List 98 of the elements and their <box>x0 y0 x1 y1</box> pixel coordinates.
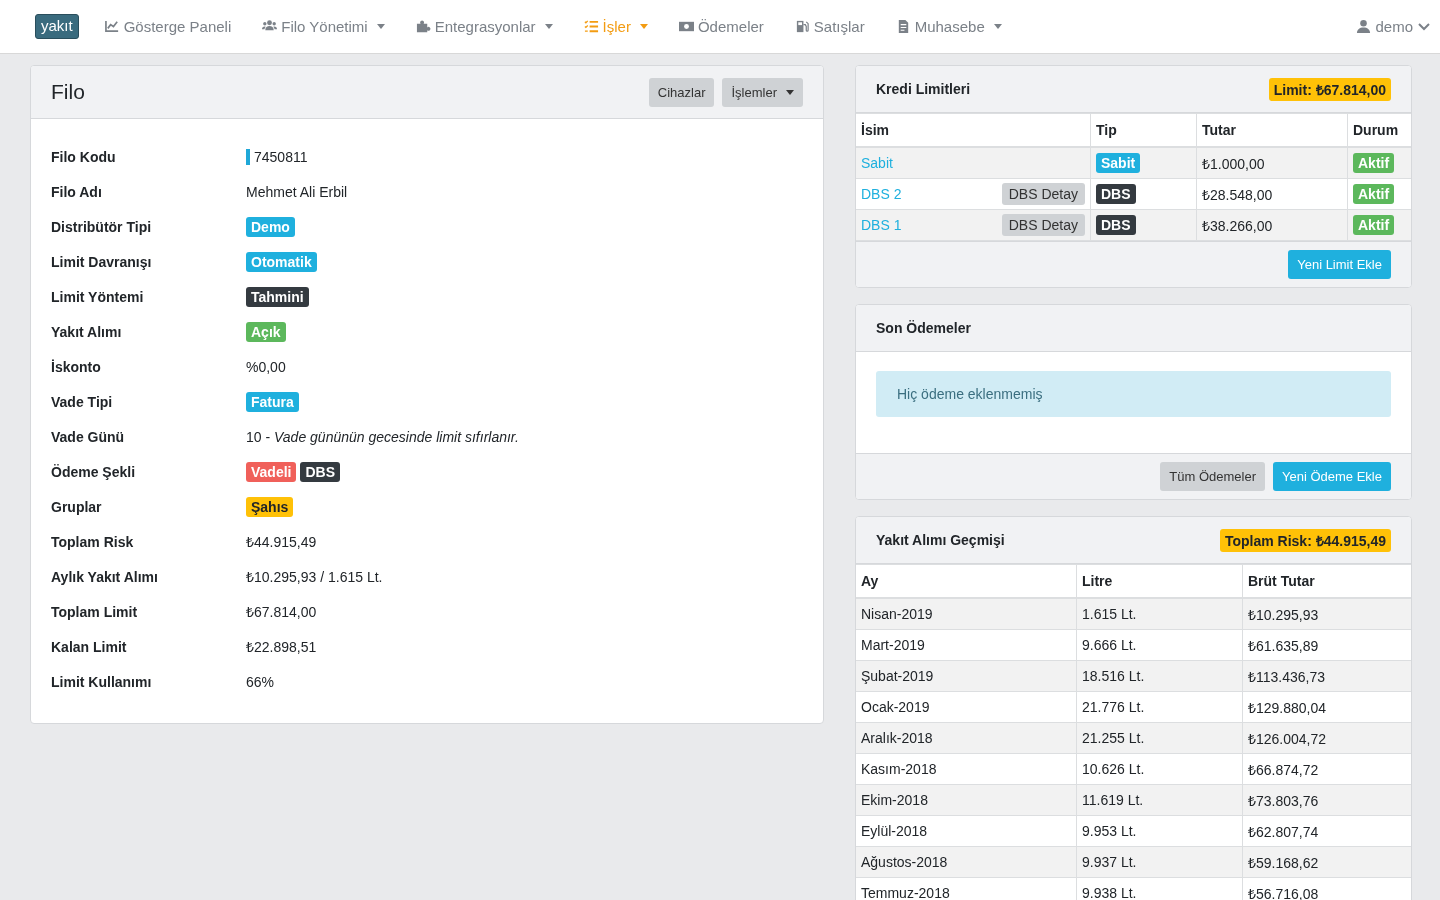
table-cell: 21.255 Lt. <box>1076 722 1243 754</box>
badge-label: Otomatik <box>246 251 317 272</box>
field-label: Yakıt Alımı <box>51 323 123 340</box>
detail-button[interactable]: DBS Detay <box>1001 214 1085 236</box>
badge-label: Tahmini <box>246 286 309 307</box>
table-cell: ₺38.266,00 <box>1196 209 1348 241</box>
puzzle-icon <box>415 19 431 34</box>
nav-link[interactable]: İşler <box>571 18 660 35</box>
badge-label: Vadeli <box>246 461 297 482</box>
badge-label: Aktif <box>1353 184 1395 204</box>
chart-icon <box>104 19 120 34</box>
field-label: Filo Kodu <box>51 148 117 165</box>
table-cell: 1.615 Lt. <box>1076 598 1243 630</box>
table-cell: 21.776 Lt. <box>1076 691 1243 723</box>
detail-button[interactable]: DBS Detay <box>1001 183 1085 205</box>
field-label: Aylık Yakıt Alımı <box>51 568 159 585</box>
list-icon <box>583 19 599 34</box>
badge-label: Aktif <box>1353 153 1395 173</box>
field-label: Limit Yöntemi <box>51 288 145 305</box>
table-cell: Mart-2019 <box>856 629 1077 661</box>
table-cell: ₺113.436,73 <box>1242 660 1411 692</box>
table-cell: Eylül-2018 <box>856 815 1077 847</box>
field-value: 7450811 <box>246 148 308 165</box>
badge-label: Toplam Risk: ₺44.915,49 <box>1219 528 1391 552</box>
nav-link[interactable]: Satışlar <box>782 18 877 35</box>
table-cell: Şubat-2019 <box>856 660 1077 692</box>
nav-link[interactable]: Filo Yönetimi <box>250 18 397 35</box>
card-title: Yakıt Alımı Geçmişi <box>876 532 1005 548</box>
nav-link[interactable]: Entegrasyonlar <box>403 18 565 35</box>
field-value: ₺10.295,93 / 1.615 Lt. <box>246 568 383 586</box>
row-link[interactable]: Sabit <box>861 155 893 171</box>
table-cell: ₺28.548,00 <box>1196 178 1348 210</box>
table-cell: 18.516 Lt. <box>1076 660 1243 692</box>
field-value: ₺67.814,00 <box>246 603 317 621</box>
field-label: Limit Kullanımı <box>51 673 153 690</box>
field-label: Kalan Limit <box>51 638 128 655</box>
table-cell: 11.619 Lt. <box>1076 784 1243 816</box>
badge-label: Aktif <box>1353 215 1395 235</box>
card-title: Son Ödemeler <box>876 320 971 336</box>
table-cell: 9.953 Lt. <box>1076 815 1243 847</box>
user-icon <box>1356 19 1372 34</box>
field-label: İskonto <box>51 358 102 375</box>
field-label: Limit Davranışı <box>51 253 153 270</box>
banknote-icon <box>678 19 694 34</box>
table-cell: Kasım-2018 <box>856 753 1077 785</box>
badge-label: DBS <box>1096 184 1136 204</box>
nav-link[interactable]: Gösterge Paneli <box>92 18 244 35</box>
row-link[interactable]: DBS 1 <box>861 217 902 233</box>
nav-link[interactable]: Ödemeler <box>666 18 776 35</box>
table-cell: ₺73.803,76 <box>1242 784 1411 816</box>
badge-label: Açık <box>246 321 286 342</box>
fuel-pump-icon <box>794 19 810 34</box>
field-label: Toplam Risk <box>51 533 135 550</box>
field-value: %0,00 <box>246 358 286 375</box>
field-label: Vade Günü <box>51 428 126 445</box>
field-value: Mehmet Ali Erbil <box>246 183 348 200</box>
table-cell: Ocak-2019 <box>856 691 1077 723</box>
add-limit-button[interactable]: Yeni Limit Ekle <box>1288 250 1391 279</box>
header-button[interactable]: Cihazlar <box>648 77 715 107</box>
footer-button[interactable]: Tüm Ödemeler <box>1160 462 1265 491</box>
table-cell: ₺1.000,00 <box>1196 147 1348 179</box>
badge-label: DBS <box>300 461 341 482</box>
field-label: Gruplar <box>51 498 103 515</box>
table-cell: Ağustos-2018 <box>856 846 1077 878</box>
info-alert: Hiç ödeme eklenmemiş <box>876 371 1391 417</box>
field-value: ₺44.915,49 <box>246 533 317 551</box>
table-cell: 9.937 Lt. <box>1076 846 1243 878</box>
card-title: Filo <box>51 80 85 104</box>
field-label: Distribütör Tipi <box>51 218 153 235</box>
nav-link[interactable]: Muhasebe <box>883 18 1014 35</box>
field-label: Filo Adı <box>51 183 103 200</box>
table-cell: Nisan-2019 <box>856 598 1077 630</box>
row-link[interactable]: DBS 2 <box>861 186 902 202</box>
table-cell: 9.666 Lt. <box>1076 629 1243 661</box>
table-cell: ₺10.295,93 <box>1242 598 1411 630</box>
logo[interactable]: yakıt <box>35 14 79 39</box>
table-cell: Aralık-2018 <box>856 722 1077 754</box>
table-cell: 10.626 Lt. <box>1076 753 1243 785</box>
badge-label: Demo <box>246 216 295 237</box>
card-title: Kredi Limitleri <box>876 81 971 97</box>
field-label: Toplam Limit <box>51 603 139 620</box>
field-value: 10 - Vade gününün gecesinde limit sıfırlanır. <box>246 428 519 445</box>
badge-label: Fatura <box>246 391 299 412</box>
badge-label: DBS <box>1096 215 1136 235</box>
footer-button[interactable]: Yeni Ödeme Ekle <box>1273 462 1391 491</box>
badge-label: Limit: ₺67.814,00 <box>1268 77 1391 101</box>
badge-label: Sabit <box>1096 153 1141 173</box>
chevron-down-icon <box>1418 22 1430 31</box>
user-menu[interactable]: demo <box>1344 18 1430 35</box>
table-cell: ₺59.168,62 <box>1242 846 1411 878</box>
field-value: 66% <box>246 673 275 690</box>
badge-label: Şahıs <box>246 496 294 517</box>
table-cell: ₺126.004,72 <box>1242 722 1411 754</box>
header-button[interactable]: İşlemler <box>722 77 803 107</box>
field-label: Ödeme Şekli <box>51 463 137 480</box>
table-cell: Ekim-2018 <box>856 784 1077 816</box>
field-label: Vade Tipi <box>51 393 114 410</box>
field-value: ₺22.898,51 <box>246 638 317 656</box>
